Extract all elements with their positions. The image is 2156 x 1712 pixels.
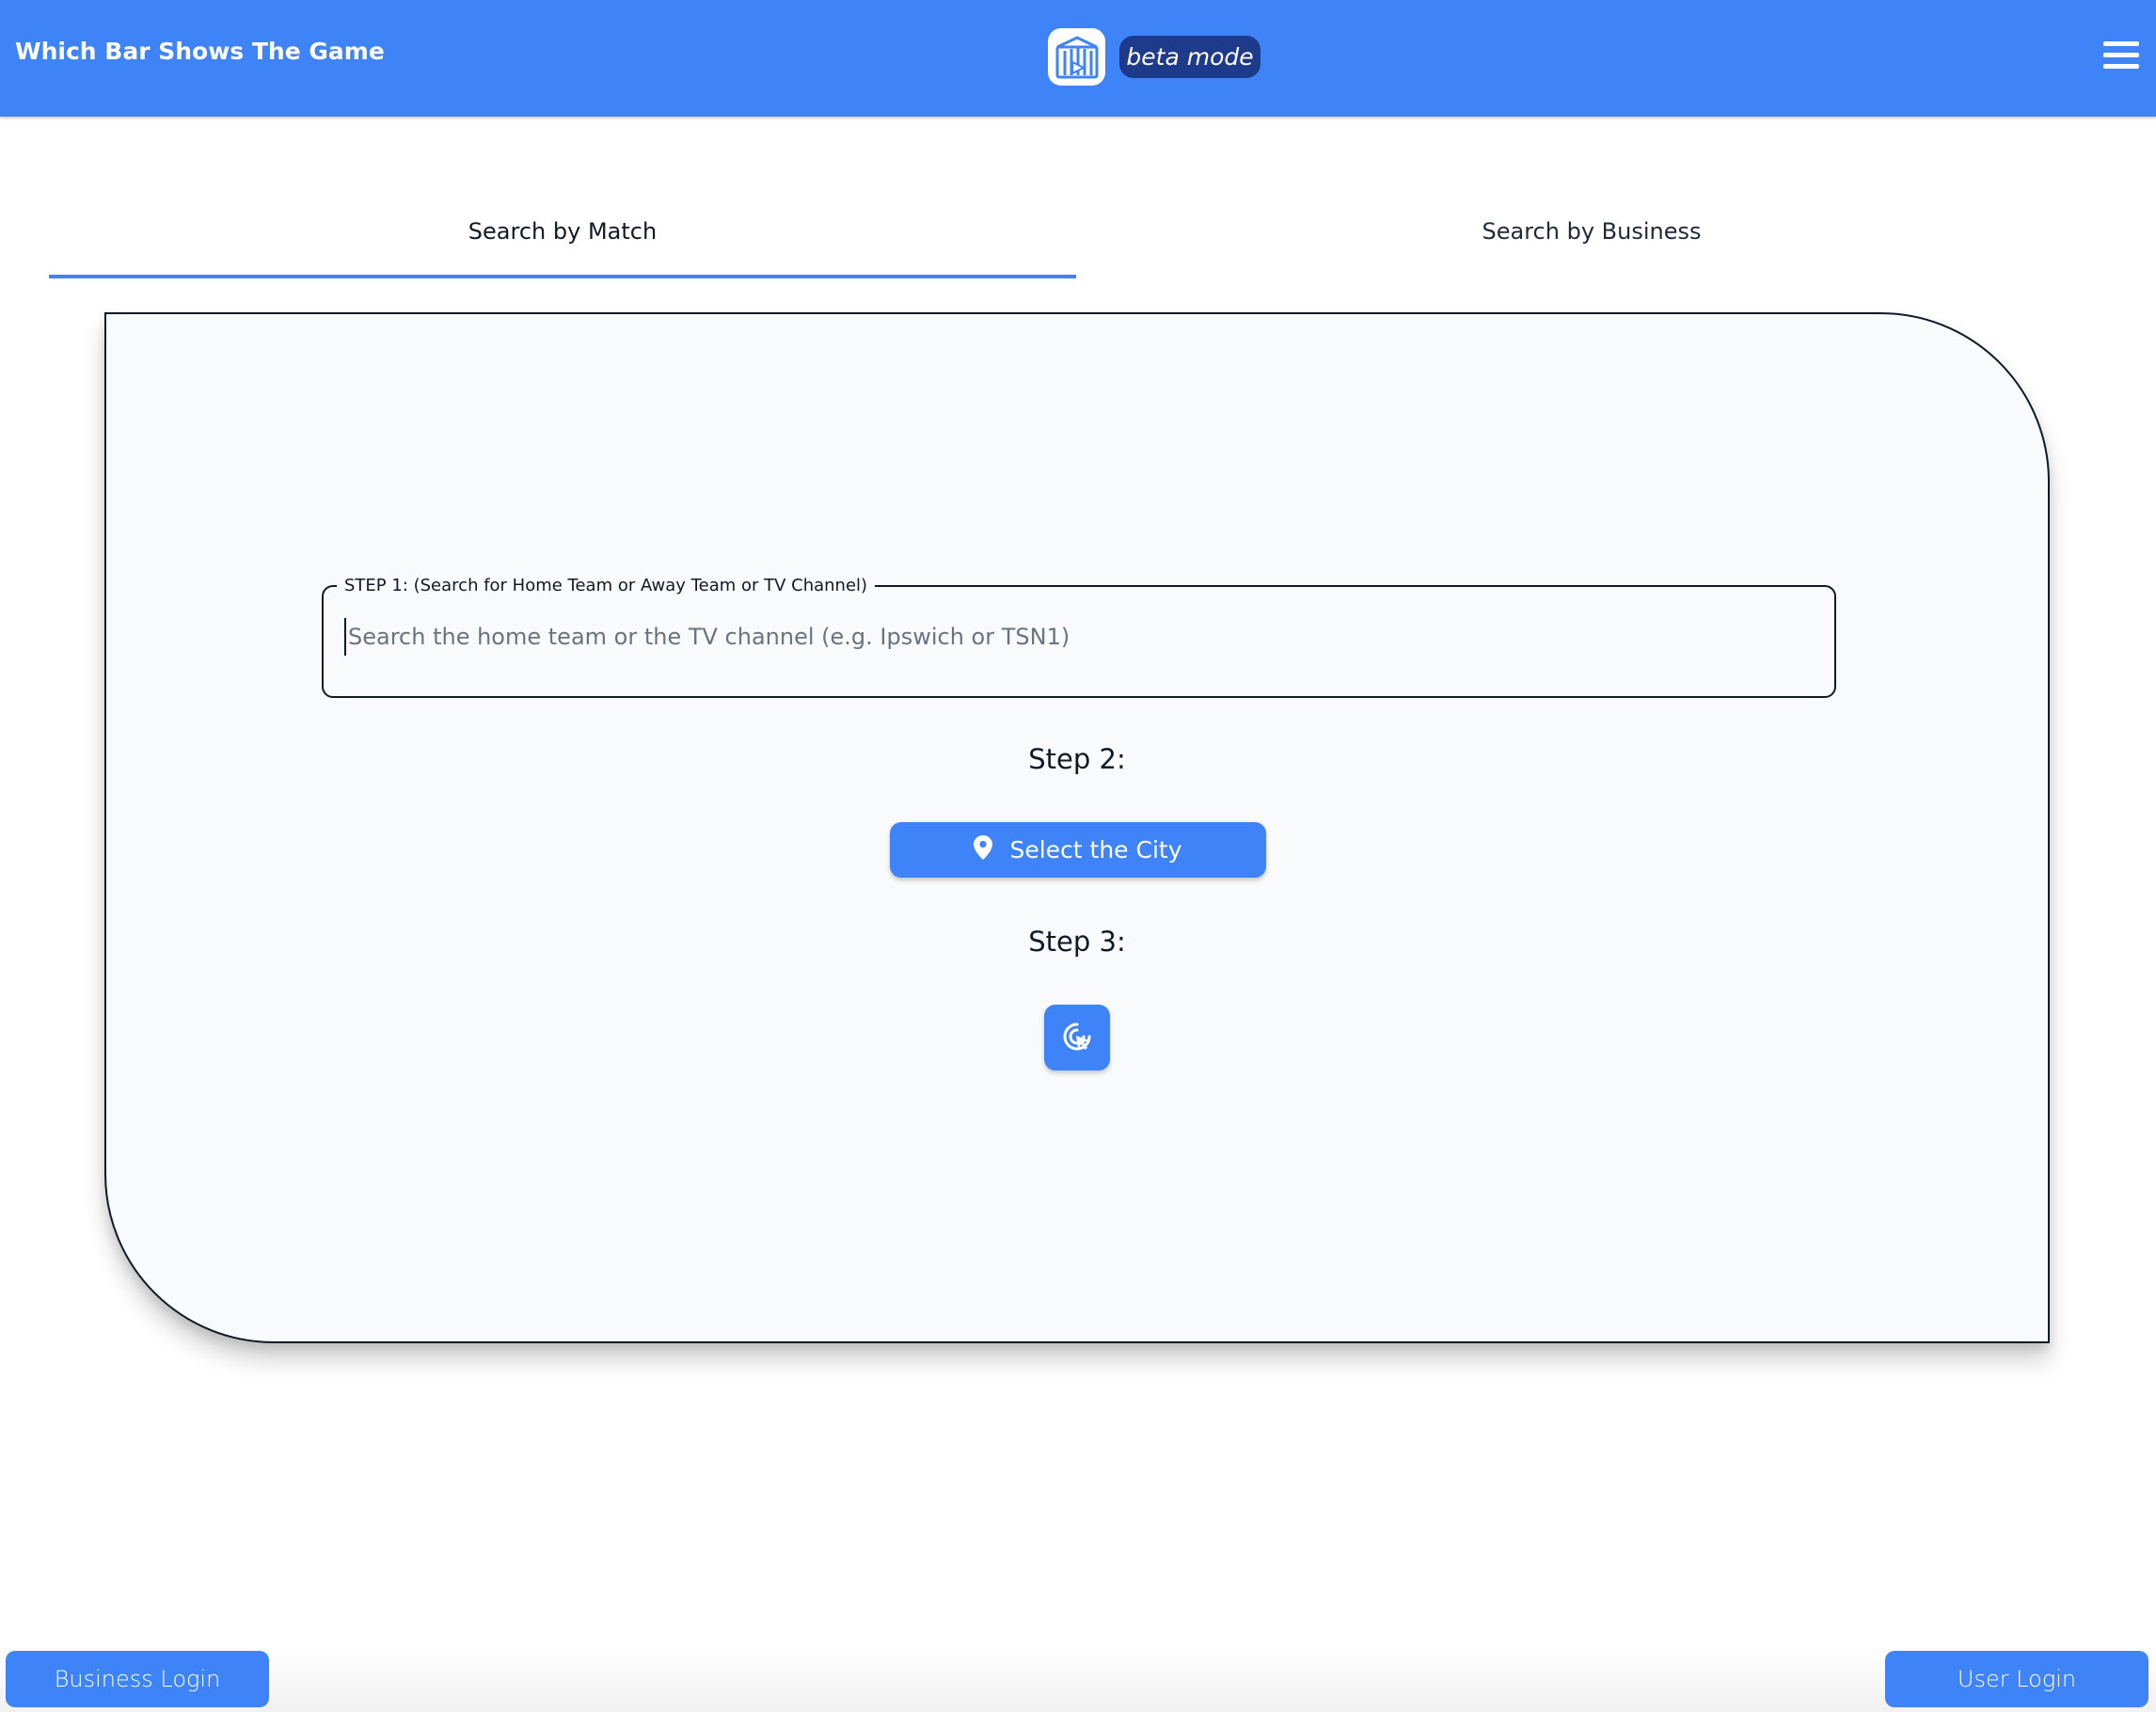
step3-label: Step 3: xyxy=(1028,926,1126,958)
active-tab-indicator xyxy=(49,275,1076,278)
app-header: Which Bar Shows The Game beta mode xyxy=(0,0,2156,117)
search-mode-tabs: Search by Match Search by Business xyxy=(49,198,2107,278)
hamburger-menu-icon[interactable] xyxy=(2103,41,2139,70)
step2-label: Step 2: xyxy=(1028,743,1126,775)
search-card: STEP 1: (Search for Home Team or Away Te… xyxy=(104,312,2050,1343)
select-city-label: Select the City xyxy=(1009,836,1182,864)
step1-field: STEP 1: (Search for Home Team or Away Te… xyxy=(322,576,1836,698)
menu-bar xyxy=(2103,41,2139,46)
tab-search-by-match[interactable]: Search by Match xyxy=(49,198,1076,278)
beta-mode-badge: beta mode xyxy=(1119,36,1260,78)
menu-bar xyxy=(2103,64,2139,69)
footer-bar xyxy=(0,1648,2156,1712)
business-login-button[interactable]: Business Login xyxy=(6,1651,269,1707)
location-pin-icon xyxy=(974,834,993,865)
user-login-button[interactable]: User Login xyxy=(1885,1651,2148,1707)
step1-legend: STEP 1: (Search for Home Team or Away Te… xyxy=(344,576,868,595)
app-title[interactable]: Which Bar Shows The Game xyxy=(15,38,385,65)
search-go-button[interactable] xyxy=(1044,1005,1110,1070)
tab-search-by-business[interactable]: Search by Business xyxy=(1078,198,2105,278)
menu-bar xyxy=(2103,53,2139,57)
bar-building-logo-icon[interactable] xyxy=(1048,28,1105,86)
team-channel-search-input[interactable] xyxy=(344,618,1812,656)
select-city-button[interactable]: Select the City xyxy=(890,822,1266,878)
click-cursor-icon xyxy=(1061,1021,1093,1055)
